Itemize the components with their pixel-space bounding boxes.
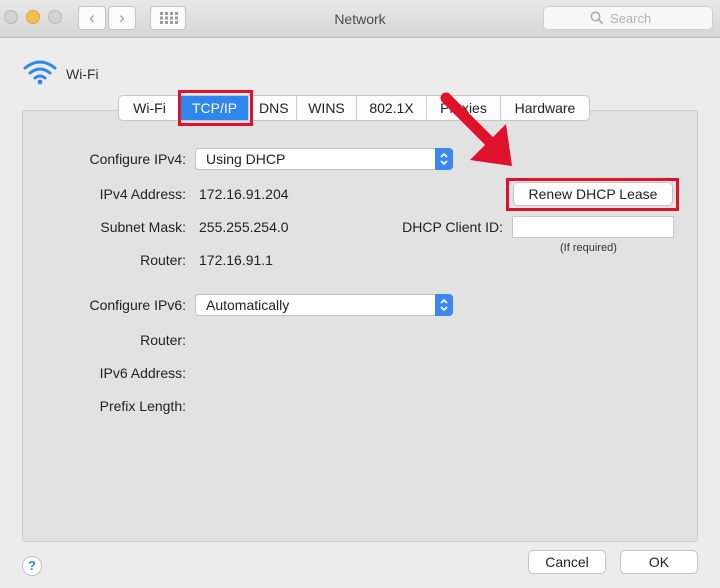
subnet-mask-value: 255.255.254.0 xyxy=(199,219,289,235)
ok-button[interactable]: OK xyxy=(620,550,698,574)
dhcp-client-id-label: DHCP Client ID: xyxy=(402,219,503,235)
renew-button-highlight-box xyxy=(506,178,679,211)
cancel-button[interactable]: Cancel xyxy=(528,550,606,574)
tcpip-tab-highlight-box xyxy=(178,90,253,126)
help-button[interactable]: ? xyxy=(22,556,42,576)
red-arrow-icon xyxy=(440,92,512,166)
search-icon xyxy=(590,11,604,25)
configure-ipv6-label: Configure IPv6: xyxy=(89,297,187,313)
ipv4-address-label: IPv4 Address: xyxy=(99,186,186,202)
configure-ipv6-value: Automatically xyxy=(206,297,290,313)
wifi-icon xyxy=(23,60,57,85)
configure-ipv4-value: Using DHCP xyxy=(206,151,286,167)
subnet-mask-label: Subnet Mask: xyxy=(100,219,186,235)
ipv6-router-label: Router: xyxy=(140,332,186,348)
configure-ipv4-popup[interactable]: Using DHCP xyxy=(195,148,453,170)
network-window: ‹ › Network Search Wi-Fi Wi-Fi TCP/IP DN… xyxy=(0,0,720,588)
router-value: 172.16.91.1 xyxy=(199,252,273,268)
ipv4-address-value: 172.16.91.204 xyxy=(199,186,289,202)
tab-dns[interactable]: DNS xyxy=(249,96,297,120)
ipv6-address-label: IPv6 Address: xyxy=(99,365,186,381)
interface-name: Wi-Fi xyxy=(66,66,99,82)
tab-8021x[interactable]: 802.1X xyxy=(357,96,427,120)
router-label: Router: xyxy=(140,252,186,268)
dhcp-client-id-field[interactable] xyxy=(512,216,674,238)
tab-wifi[interactable]: Wi-Fi xyxy=(119,96,181,120)
updown-chevron-icon xyxy=(435,294,453,316)
client-id-hint: (If required) xyxy=(560,242,617,254)
configure-ipv6-popup[interactable]: Automatically xyxy=(195,294,453,316)
search-field[interactable]: Search xyxy=(543,6,713,30)
settings-panel xyxy=(22,110,698,542)
prefix-length-label: Prefix Length: xyxy=(99,398,186,414)
tab-wins[interactable]: WINS xyxy=(297,96,357,120)
title-bar: ‹ › Network Search xyxy=(0,0,720,38)
search-placeholder: Search xyxy=(610,11,652,26)
configure-ipv4-label: Configure IPv4: xyxy=(89,151,187,167)
